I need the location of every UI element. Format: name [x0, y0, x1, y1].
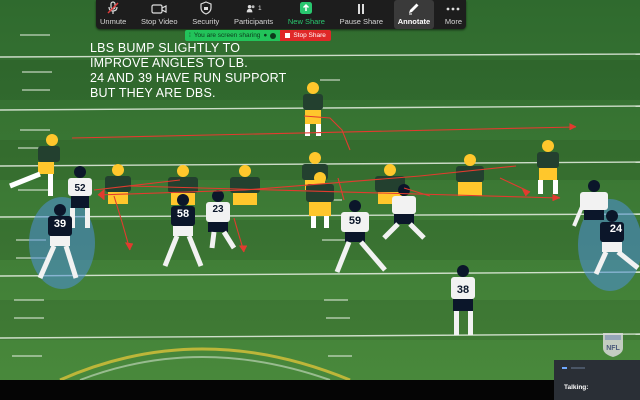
security-button[interactable]: Security [188, 0, 223, 29]
pause-share-button[interactable]: Pause Share [336, 0, 387, 29]
stop-share-label: Stop Share [293, 32, 326, 39]
jersey-number-58: 58 [177, 208, 189, 220]
jersey-number-24: 24 [610, 223, 623, 235]
talking-label: Talking: [564, 384, 589, 391]
talking-indicator-panel: Talking: [554, 360, 640, 400]
more-dots-icon [445, 2, 461, 15]
nfl-logo-text: NFL [606, 345, 620, 352]
shield-status-icon [270, 32, 277, 39]
speaker-view-controls[interactable] [554, 360, 640, 376]
stop-share-button[interactable]: Stop Share [280, 30, 331, 41]
nfl-shield-logo: NFL [603, 333, 623, 357]
drag-handle-icon[interactable]: ⁞ [189, 32, 191, 39]
participants-label: Participants [233, 17, 274, 26]
annotation-text: LBS BUMP SLIGHTLY TO IMPROVE ANGLES TO L… [90, 41, 286, 101]
screen-share-stage: 52 39 58 23 59 24 38 Unmute Stop Video S… [0, 0, 640, 400]
annotate-button[interactable]: Annotate [393, 0, 435, 29]
jersey-number-52: 52 [74, 183, 86, 194]
participant-icon: ● [263, 32, 268, 39]
stop-video-label: Stop Video [140, 17, 178, 26]
jersey-number-23: 23 [212, 204, 224, 215]
muted-microphone-icon [105, 1, 121, 15]
jersey-number-38: 38 [457, 284, 469, 296]
bottom-letterbox [0, 380, 640, 400]
meeting-toolbar: Unmute Stop Video Security 1 Participant… [96, 0, 466, 29]
unmute-label: Unmute [100, 17, 127, 26]
more-button[interactable]: More [441, 0, 466, 29]
jersey-number-59: 59 [349, 215, 361, 227]
unmute-button[interactable]: Unmute [96, 0, 130, 29]
annotate-label: Annotate [397, 17, 431, 26]
pause-share-label: Pause Share [339, 17, 384, 26]
jersey-number-39: 39 [54, 218, 66, 230]
annotation-line-2: IMPROVE ANGLES TO LB. [90, 56, 248, 70]
shield-icon [198, 1, 214, 15]
stop-video-button[interactable]: Stop Video [137, 0, 182, 29]
sharing-status-text: You are screen sharing [193, 32, 261, 39]
share-arrow-icon [298, 1, 314, 15]
speaker-bar-icon [571, 367, 585, 369]
pause-icon [353, 2, 369, 15]
participants-icon: 1 [246, 2, 262, 15]
more-label: More [444, 17, 462, 26]
new-share-button[interactable]: New Share [284, 0, 329, 29]
sharing-status: ⁞ You are screen sharing ● [185, 30, 281, 41]
participants-count: 1 [257, 5, 262, 12]
annotation-line-4: BUT THEY ARE DBS. [90, 86, 216, 100]
security-label: Security [192, 17, 220, 26]
participants-button[interactable]: 1 Participants [230, 0, 277, 29]
screen-sharing-banner: ⁞ You are screen sharing ● Stop Share [185, 30, 331, 41]
view-toggle-icon [562, 367, 567, 369]
video-camera-icon [151, 2, 167, 15]
new-share-label: New Share [287, 17, 325, 26]
pencil-icon [406, 2, 422, 15]
annotation-line-3: 24 AND 39 HAVE RUN SUPPORT [90, 71, 287, 85]
stop-icon [285, 33, 291, 38]
annotation-line-1: LBS BUMP SLIGHTLY TO [90, 41, 241, 55]
